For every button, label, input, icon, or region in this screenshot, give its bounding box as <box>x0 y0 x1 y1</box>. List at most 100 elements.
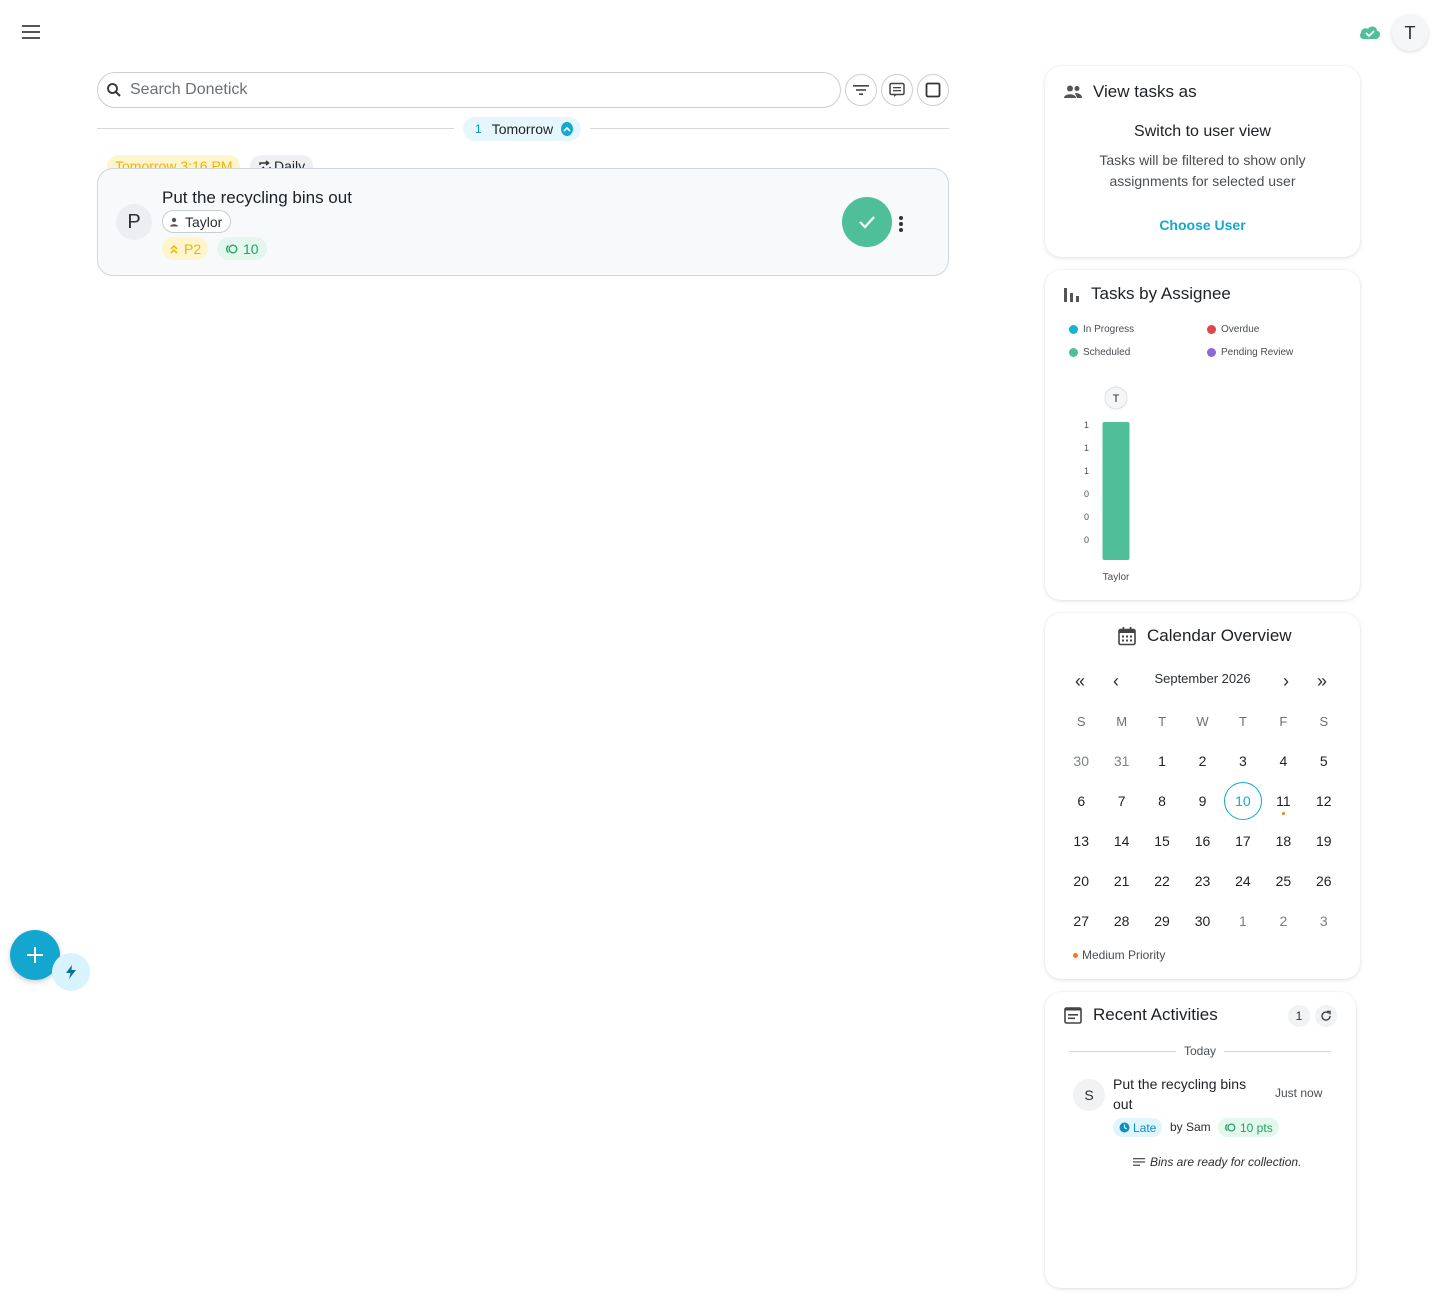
bar-avatar-initial: T <box>1113 393 1120 405</box>
calendar-day[interactable]: 9 <box>1182 781 1222 821</box>
calendar-day[interactable]: 14 <box>1101 821 1141 861</box>
calendar-day[interactable]: 18 <box>1263 821 1303 861</box>
calendar-day[interactable]: 17 <box>1223 821 1263 861</box>
calendar-day[interactable]: 24 <box>1223 861 1263 901</box>
calendar-day[interactable]: 30 <box>1182 901 1222 941</box>
points-value: 10 pts <box>1240 1120 1273 1135</box>
y-tick-label: 1 <box>1084 443 1089 453</box>
calendar-day[interactable]: 3 <box>1304 901 1344 941</box>
filter-icon <box>853 85 869 95</box>
note-text: Bins are ready for collection. <box>1150 1155 1302 1169</box>
calendar-day[interactable]: 20 <box>1061 861 1101 901</box>
calendar-day[interactable]: 19 <box>1304 821 1344 861</box>
cloud-check-icon <box>1358 22 1382 42</box>
calendar-day[interactable]: 12 <box>1304 781 1344 821</box>
priority-label: P2 <box>184 240 202 257</box>
calendar-day[interactable]: 4 <box>1263 741 1303 781</box>
event-note-icon <box>1064 1007 1082 1024</box>
weekday-header: S <box>1076 713 1086 729</box>
activity-title[interactable]: Put the recycling bins out <box>1113 1074 1263 1114</box>
calendar-day[interactable]: 27 <box>1061 901 1101 941</box>
calendar-day[interactable]: 31 <box>1101 741 1141 781</box>
weekday-header: T <box>1158 713 1167 729</box>
hamburger-menu-icon[interactable] <box>18 20 46 44</box>
select-mode-button[interactable] <box>917 74 949 106</box>
points-chip: 10 <box>217 237 267 260</box>
notes-icon <box>1133 1158 1145 1166</box>
calendar-day[interactable]: 28 <box>1101 901 1141 941</box>
section-label: Today <box>1183 1044 1217 1058</box>
complete-task-button[interactable] <box>842 197 892 247</box>
late-status-chip: Late <box>1113 1118 1163 1137</box>
choose-user-button[interactable]: Choose User <box>1045 217 1360 233</box>
next-month-button[interactable]: › <box>1283 671 1289 692</box>
calendar-day[interactable]: 7 <box>1101 781 1141 821</box>
task-avatar: P <box>116 204 152 240</box>
view-toggle-button[interactable] <box>881 74 913 106</box>
lightning-icon <box>66 965 76 979</box>
calendar-day-today[interactable]: 10 <box>1223 781 1263 821</box>
priority-marker <box>1282 812 1286 815</box>
calendar-day[interactable]: 1 <box>1223 901 1263 941</box>
calendar-legend: Medium Priority <box>1073 948 1165 962</box>
more-options-icon[interactable] <box>894 213 908 235</box>
legend-label: Medium Priority <box>1082 948 1166 962</box>
calendar-day[interactable]: 23 <box>1182 861 1222 901</box>
activity-time: Just now <box>1275 1086 1323 1100</box>
next-year-button[interactable]: » <box>1317 671 1327 692</box>
filter-button[interactable] <box>845 74 877 106</box>
refresh-button[interactable] <box>1315 1005 1337 1027</box>
calendar-day[interactable]: 3 <box>1223 741 1263 781</box>
y-tick-label: 1 <box>1084 466 1089 476</box>
calendar-overview-card: Calendar Overview September 2026 « ‹ › »… <box>1045 613 1360 979</box>
calendar-day[interactable]: 22 <box>1142 861 1182 901</box>
calendar-day[interactable]: 29 <box>1142 901 1182 941</box>
recent-activities-header: Recent Activities <box>1063 1005 1218 1025</box>
user-avatar[interactable]: T <box>1392 15 1428 51</box>
person-icon <box>170 217 178 226</box>
group-divider-right <box>590 128 949 129</box>
calendar-day[interactable]: 13 <box>1061 821 1101 861</box>
calendar-day[interactable]: 15 <box>1142 821 1182 861</box>
prev-year-button[interactable]: « <box>1075 671 1085 692</box>
weekday-header: F <box>1279 713 1288 729</box>
switch-user-view-description: Tasks will be filtered to show only assi… <box>1099 152 1306 189</box>
y-tick-label: 0 <box>1084 535 1089 545</box>
select-square-icon <box>925 82 941 98</box>
calendar-day[interactable]: 16 <box>1182 821 1222 861</box>
calendar-day[interactable]: 30 <box>1061 741 1101 781</box>
search-input[interactable]: Search Donetick <box>97 72 841 108</box>
assignee-chip: Taylor <box>162 210 232 233</box>
weekday-header: S <box>1319 713 1329 729</box>
calendar-month-label: September 2026 <box>1154 671 1251 686</box>
section-divider: Today <box>1069 1044 1331 1058</box>
calendar-day[interactable]: 25 <box>1263 861 1303 901</box>
calendar-day[interactable]: 1 <box>1142 741 1182 781</box>
task-title: Put the recycling bins out <box>162 188 352 207</box>
prev-month-button[interactable]: ‹ <box>1113 671 1119 692</box>
task-card[interactable]: P Put the recycling bins out Taylor P2 1… <box>97 168 949 276</box>
calendar-day[interactable]: 5 <box>1304 741 1344 781</box>
activity-count-badge: 1 <box>1288 1005 1310 1027</box>
x-tick-label: Taylor <box>1103 572 1130 583</box>
activity-by: by Sam <box>1170 1120 1211 1134</box>
tasks-by-assignee-card: Tasks by Assignee In Progress Overdue Sc… <box>1045 270 1360 600</box>
weekday-header: M <box>1116 713 1128 729</box>
priority-chip: P2 <box>162 237 209 260</box>
legend-dot <box>1073 952 1078 958</box>
search-placeholder: Search Donetick <box>130 81 248 98</box>
quick-add-button[interactable] <box>52 953 90 991</box>
bar-taylor[interactable] <box>1102 422 1130 560</box>
calendar-day[interactable]: 6 <box>1061 781 1101 821</box>
calendar-day[interactable]: 8 <box>1142 781 1182 821</box>
points-value: 10 <box>243 240 259 257</box>
group-count: 1 <box>475 122 482 136</box>
calendar-day[interactable]: 11 <box>1263 781 1303 821</box>
calendar-day[interactable]: 26 <box>1304 861 1344 901</box>
calendar-day[interactable]: 21 <box>1101 861 1141 901</box>
calendar-day[interactable]: 2 <box>1182 741 1222 781</box>
calendar-day[interactable]: 2 <box>1263 901 1303 941</box>
activity-points-chip: 10 pts <box>1218 1118 1279 1137</box>
refresh-icon <box>1321 1010 1331 1021</box>
group-toggle-tomorrow[interactable]: 1 Tomorrow <box>463 117 581 141</box>
